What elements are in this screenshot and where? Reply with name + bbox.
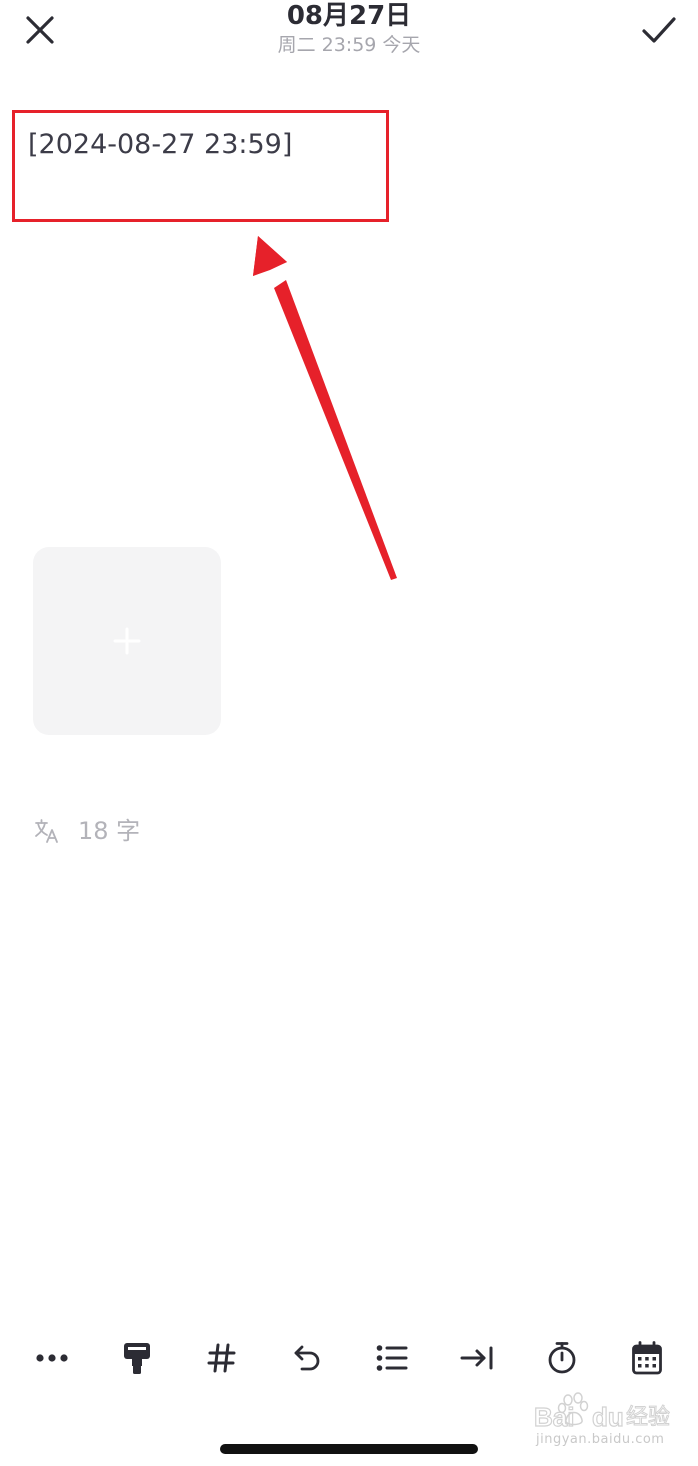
watermark-url: jingyan.baidu.com	[536, 1432, 665, 1447]
calendar-icon	[632, 1341, 662, 1375]
svg-text:经验: 经验	[626, 1405, 670, 1430]
toolbar-timer-button[interactable]	[538, 1330, 586, 1386]
add-image-button[interactable]	[33, 547, 221, 735]
toolbar-calendar-button[interactable]	[623, 1330, 671, 1386]
format-paint-icon	[124, 1343, 150, 1374]
hashtag-icon	[207, 1343, 236, 1373]
toolbar-list-button[interactable]	[368, 1330, 416, 1386]
timer-icon	[548, 1342, 576, 1374]
toolbar-tag-button[interactable]	[198, 1330, 246, 1386]
more-icon	[36, 1354, 68, 1362]
toolbar-format-button[interactable]	[113, 1330, 161, 1386]
date-subtitle: 周二 23:59 今天	[277, 34, 421, 56]
word-count-label: 18 字	[78, 817, 141, 845]
confirm-button[interactable]	[634, 8, 682, 52]
svg-text:du: du	[592, 1402, 624, 1432]
annotation-highlight-box	[12, 110, 389, 222]
toolbar-undo-button[interactable]	[283, 1330, 331, 1386]
home-indicator[interactable]	[220, 1444, 478, 1454]
page-title: 08月27日	[286, 1, 412, 31]
plus-icon	[113, 627, 141, 655]
indent-icon	[460, 1346, 493, 1370]
toolbar-more-button[interactable]	[28, 1330, 76, 1386]
list-icon	[376, 1345, 408, 1371]
toolbar-indent-button[interactable]	[453, 1330, 501, 1386]
translate-icon	[35, 819, 58, 843]
check-icon	[642, 17, 676, 43]
editor-toolbar	[0, 1330, 698, 1386]
undo-icon	[294, 1345, 320, 1371]
svg-text:Bai: Bai	[534, 1402, 574, 1432]
